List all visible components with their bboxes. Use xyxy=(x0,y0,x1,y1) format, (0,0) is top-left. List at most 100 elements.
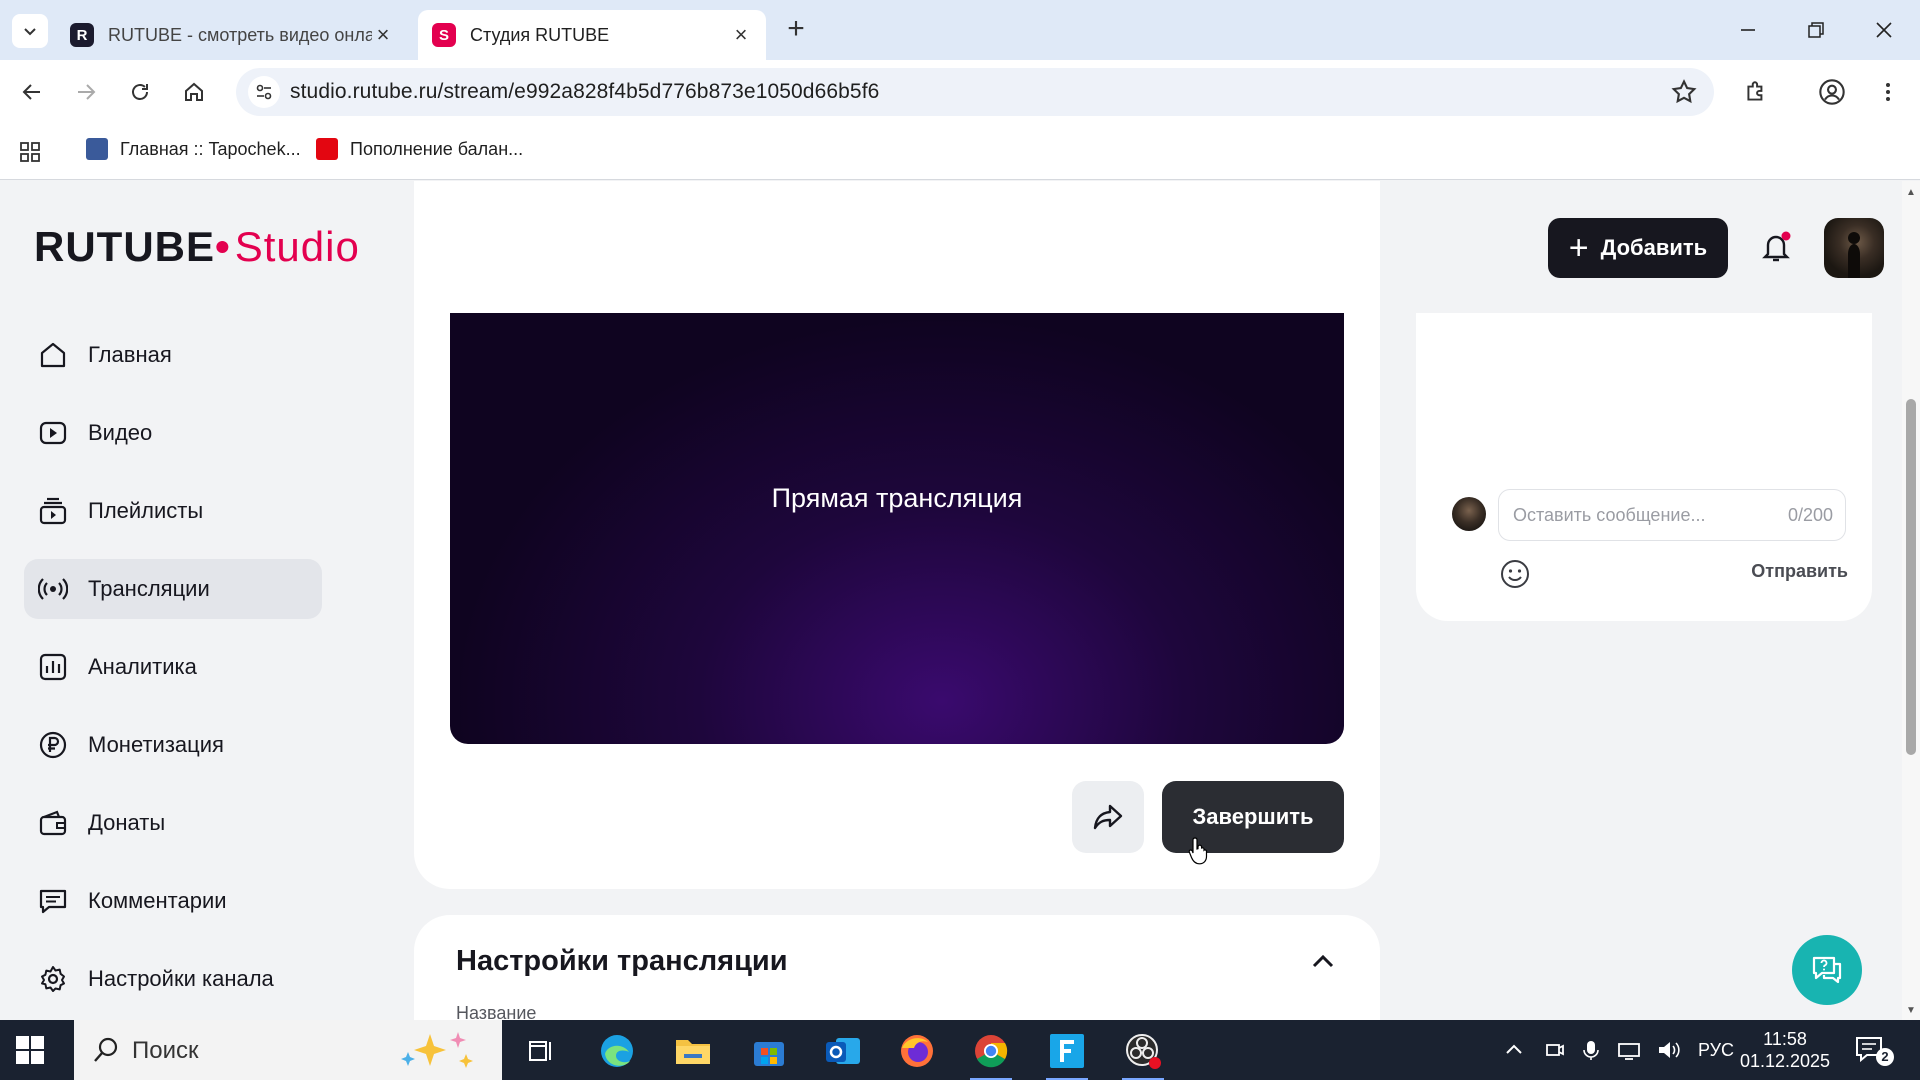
f-app-icon xyxy=(1050,1034,1084,1068)
obs-icon xyxy=(1126,1034,1161,1069)
task-view-button[interactable] xyxy=(516,1026,566,1076)
address-bar[interactable]: studio.rutube.ru/stream/e992a828f4b5d776… xyxy=(236,68,1714,116)
tab-close-icon[interactable]: × xyxy=(730,22,752,47)
tab-studio[interactable]: S Студия RUTUBE × xyxy=(418,10,766,60)
logo-sub: Studio xyxy=(234,223,360,270)
sidebar-item-label: Донаты xyxy=(88,810,166,835)
arrow-right-icon xyxy=(78,84,96,100)
sidebar-item-monetization[interactable]: Монетизация xyxy=(24,715,322,775)
add-button-label: Добавить xyxy=(1600,235,1708,260)
windows-taskbar: Поиск РУС 11:58 01.12.2025 2 xyxy=(0,1020,1920,1080)
settings-title: Настройки трансляции xyxy=(456,945,788,977)
scroll-down-icon[interactable]: ▼ xyxy=(1906,1005,1916,1016)
chat-user-avatar xyxy=(1452,497,1486,531)
chevron-up-icon[interactable] xyxy=(1310,949,1336,975)
windows-start-icon[interactable] xyxy=(16,1036,44,1064)
sidebar-item-broadcasts[interactable]: Трансляции xyxy=(24,559,322,619)
taskbar-outlook[interactable] xyxy=(818,1026,868,1076)
sidebar-item-channel-settings[interactable]: Настройки канала xyxy=(24,949,322,1009)
sidebar-item-analytics[interactable]: Аналитика xyxy=(24,637,322,697)
taskbar-search[interactable]: Поиск xyxy=(74,1020,502,1080)
taskbar-store[interactable] xyxy=(744,1026,794,1076)
forward-button[interactable] xyxy=(68,74,104,110)
sidebar-item-home[interactable]: Главная xyxy=(24,325,322,385)
site-info-icon[interactable] xyxy=(248,76,280,108)
user-avatar[interactable] xyxy=(1824,218,1884,278)
rutube-favicon-icon: R xyxy=(70,23,94,47)
notification-center-button[interactable]: 2 xyxy=(1854,1034,1894,1068)
sidebar-item-comments[interactable]: Комментарии xyxy=(24,871,322,931)
taskbar-clock[interactable]: 11:58 01.12.2025 xyxy=(1738,1028,1832,1072)
mouse-cursor-icon xyxy=(1188,837,1208,865)
emoji-icon[interactable] xyxy=(1498,557,1532,591)
stream-card: Прямая трансляция Завершить xyxy=(414,181,1380,889)
scroll-thumb[interactable] xyxy=(1906,399,1916,755)
taskbar-obs[interactable] xyxy=(1118,1026,1168,1080)
chevron-up-icon[interactable] xyxy=(1504,1040,1524,1060)
browser-menu-button[interactable] xyxy=(1870,74,1906,110)
share-button[interactable] xyxy=(1072,781,1144,853)
extensions-button[interactable] xyxy=(1738,74,1774,110)
sidebar-item-label: Видео xyxy=(88,420,153,445)
chat-message-input[interactable]: Оставить сообщение... 0/200 xyxy=(1498,489,1846,541)
bookmark-tapochek[interactable]: Главная :: Tapochek... xyxy=(86,138,301,160)
share-arrow-icon xyxy=(1093,804,1123,830)
tab-title: RUTUBE - смотреть видео онлайн xyxy=(108,24,372,45)
network-icon[interactable] xyxy=(1616,1039,1642,1061)
reload-button[interactable] xyxy=(122,74,158,110)
sidebar-item-label: Плейлисты xyxy=(88,498,204,523)
sidebar-item-label: Трансляции xyxy=(88,576,210,601)
microphone-icon[interactable] xyxy=(1580,1039,1602,1061)
taskbar-firefox[interactable] xyxy=(892,1026,942,1076)
send-message-button[interactable]: Отправить xyxy=(1751,561,1848,582)
video-player[interactable]: Прямая трансляция xyxy=(450,313,1344,744)
taskbar-edge[interactable] xyxy=(592,1026,642,1076)
restore-icon xyxy=(1808,22,1824,38)
studio-page: RUTUBE•Studio + Добавить Главная Видео П… xyxy=(0,181,1902,1020)
sidebar-item-label: Комментарии xyxy=(88,888,227,913)
close-icon xyxy=(1876,22,1892,38)
support-chat-button[interactable] xyxy=(1792,935,1862,1005)
tab-rutube[interactable]: R RUTUBE - смотреть видео онлайн × xyxy=(56,10,408,60)
language-indicator[interactable]: РУС xyxy=(1698,1040,1734,1061)
tab-close-icon[interactable]: × xyxy=(372,22,394,47)
sidebar-item-label: Настройки канала xyxy=(88,966,274,991)
comments-icon xyxy=(36,884,70,918)
wallet-icon xyxy=(36,806,70,840)
back-button[interactable] xyxy=(14,74,50,110)
bell-icon[interactable] xyxy=(1756,227,1796,267)
tab-search-button[interactable] xyxy=(12,14,48,48)
field-label-name: Название xyxy=(456,1003,537,1020)
profile-button[interactable] xyxy=(1814,74,1850,110)
taskbar-app-f[interactable] xyxy=(1042,1026,1092,1080)
task-view-icon xyxy=(529,1041,551,1061)
taskbar-search-text: Поиск xyxy=(132,1037,199,1064)
minimize-button[interactable] xyxy=(1724,12,1772,48)
scroll-up-icon[interactable]: ▲ xyxy=(1906,187,1916,198)
page-scrollbar[interactable]: ▲ ▼ xyxy=(1902,181,1920,1020)
playlists-icon xyxy=(36,494,70,528)
camera-icon[interactable] xyxy=(1544,1039,1566,1061)
puzzle-icon xyxy=(1747,81,1763,101)
restore-button[interactable] xyxy=(1792,12,1840,48)
apps-button[interactable] xyxy=(12,134,48,170)
reload-icon xyxy=(132,84,148,100)
sidebar-item-video[interactable]: Видео xyxy=(24,403,322,463)
sidebar-item-donations[interactable]: Донаты xyxy=(24,793,322,853)
taskbar-explorer[interactable] xyxy=(668,1026,718,1076)
new-tab-button[interactable]: + xyxy=(780,14,812,46)
add-button[interactable]: + Добавить xyxy=(1548,218,1728,278)
volume-icon[interactable] xyxy=(1656,1039,1682,1061)
copilot-sparkle-icon xyxy=(401,1032,473,1068)
bookmark-label: Главная :: Tapochek... xyxy=(120,138,301,159)
rutube-studio-logo[interactable]: RUTUBE•Studio xyxy=(34,223,360,271)
bookmark-mts[interactable]: Пополнение балан... xyxy=(316,138,523,160)
bookmark-star-icon[interactable] xyxy=(1670,78,1698,106)
home-button[interactable] xyxy=(176,74,212,110)
sidebar-item-label: Главная xyxy=(88,342,172,367)
taskbar-chrome[interactable] xyxy=(966,1026,1016,1080)
stream-settings-card: Настройки трансляции Название xyxy=(414,915,1380,1020)
chat-char-counter: 0/200 xyxy=(1787,505,1833,525)
sidebar-item-playlists[interactable]: Плейлисты xyxy=(24,481,322,541)
close-window-button[interactable] xyxy=(1860,12,1908,48)
